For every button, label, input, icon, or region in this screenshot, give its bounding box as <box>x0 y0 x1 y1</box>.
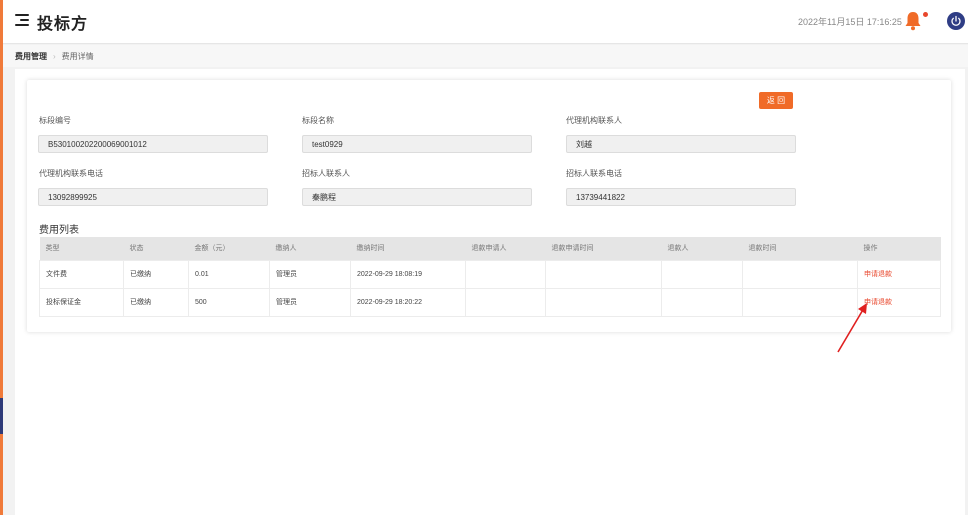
column-header: 类型 <box>39 237 124 260</box>
pay-time-cell: 2022-09-29 18:20:22 <box>350 287 466 317</box>
agency-contact-field[interactable] <box>566 135 796 153</box>
breadcrumb-current: 费用详情 <box>61 52 94 61</box>
refunder-cell <box>661 287 743 317</box>
left-rail <box>0 0 3 515</box>
fee-type-cell: 文件费 <box>39 259 124 289</box>
table-row: 文件费 已缴纳 0.01 管理员 2022-09-29 18:08:19 申请退… <box>39 259 941 289</box>
table-header-row: 类型 状态 金额（元） 缴纳人 缴纳时间 退款申请人 退款申请时间 退款人 退款… <box>39 237 941 260</box>
section-no-field[interactable] <box>38 135 268 153</box>
column-header: 退款申请人 <box>465 237 546 260</box>
fee-table: 类型 状态 金额（元） 缴纳人 缴纳时间 退款申请人 退款申请时间 退款人 退款… <box>39 237 941 317</box>
fee-status-cell: 已缴纳 <box>123 287 189 317</box>
annotation-arrow-icon <box>837 303 867 353</box>
breadcrumb: 费用管理 › 费用详情 <box>15 51 94 62</box>
fee-amount-cell: 0.01 <box>188 259 270 289</box>
menu-icon[interactable] <box>15 14 29 28</box>
column-header: 退款申请时间 <box>545 237 662 260</box>
fee-amount-cell: 500 <box>188 287 270 317</box>
apply-refund-link[interactable]: 申请退款 <box>857 259 941 289</box>
back-button[interactable]: 返 回 <box>759 92 793 109</box>
app-title: 投标方 <box>37 16 89 33</box>
tenderer-phone-label: 招标人联系电话 <box>566 169 622 178</box>
payer-cell: 管理员 <box>269 287 351 317</box>
agency-phone-label: 代理机构联系电话 <box>39 169 103 178</box>
column-header: 金额（元） <box>188 237 270 260</box>
agency-contact-label: 代理机构联系人 <box>566 116 622 125</box>
column-header: 状态 <box>123 237 189 260</box>
column-header: 退款人 <box>661 237 743 260</box>
column-header: 操作 <box>857 237 941 260</box>
refund-apply-time-cell <box>545 287 662 317</box>
agency-phone-field[interactable] <box>38 188 268 206</box>
section-name-label: 标段名称 <box>302 116 334 125</box>
refund-apply-time-cell <box>545 259 662 289</box>
refund-applicant-cell <box>465 287 546 317</box>
notification-badge <box>923 12 928 17</box>
tenderer-contact-field[interactable] <box>302 188 532 206</box>
column-header: 缴纳时间 <box>350 237 466 260</box>
pay-time-cell: 2022-09-29 18:08:19 <box>350 259 466 289</box>
fee-status-cell: 已缴纳 <box>123 259 189 289</box>
refund-time-cell <box>742 259 858 289</box>
column-header: 缴纳人 <box>269 237 351 260</box>
refund-applicant-cell <box>465 259 546 289</box>
tenderer-phone-field[interactable] <box>566 188 796 206</box>
breadcrumb-root[interactable]: 费用管理 <box>15 52 47 61</box>
breadcrumb-separator-icon: › <box>53 52 56 61</box>
section-name-field[interactable] <box>302 135 532 153</box>
bell-icon[interactable] <box>904 11 922 31</box>
left-rail-active-marker <box>0 398 3 434</box>
fee-type-cell: 投标保证金 <box>39 287 124 317</box>
power-icon[interactable] <box>947 12 965 30</box>
table-row: 投标保证金 已缴纳 500 管理员 2022-09-29 18:20:22 申请… <box>39 287 941 317</box>
refunder-cell <box>661 259 743 289</box>
fee-list-title: 费用列表 <box>39 225 79 236</box>
section-no-label: 标段编号 <box>39 116 71 125</box>
column-header: 退款时间 <box>742 237 858 260</box>
tenderer-contact-label: 招标人联系人 <box>302 169 350 178</box>
breadcrumb-bar: 费用管理 › 费用详情 <box>3 45 968 67</box>
current-datetime: 2022年11月15日 17:16:25 <box>798 17 902 27</box>
payer-cell: 管理员 <box>269 259 351 289</box>
